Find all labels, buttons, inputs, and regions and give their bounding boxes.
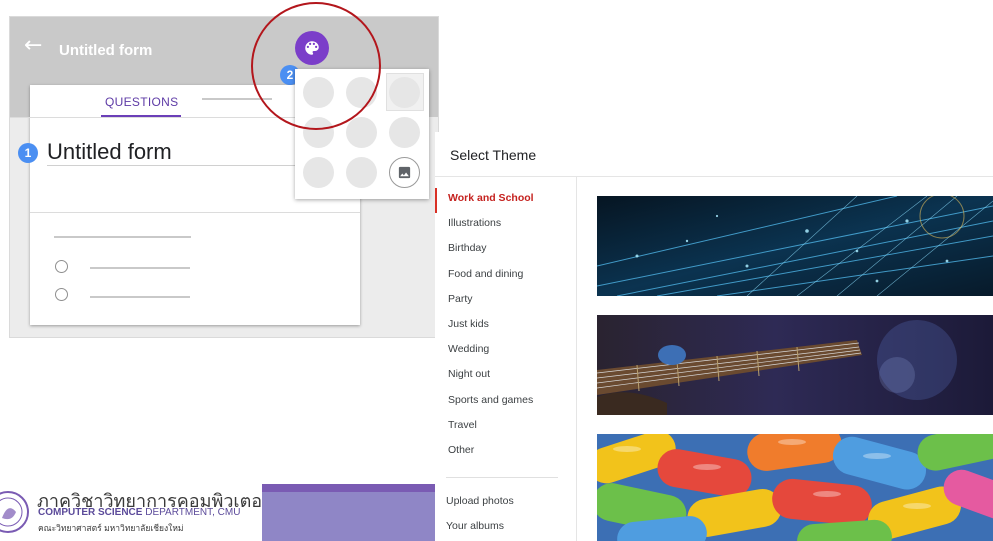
banner-color-bar-top [262, 484, 435, 492]
your-albums-link[interactable]: Your albums [446, 520, 504, 532]
tab-questions[interactable]: QUESTIONS [105, 95, 178, 109]
arrow-left-icon[interactable]: ← [24, 35, 42, 57]
category-night-out[interactable]: Night out [435, 364, 576, 389]
category-just-kids[interactable]: Just kids [435, 314, 576, 339]
dialog-header-divider [435, 176, 993, 177]
question-card-separator [30, 212, 360, 213]
category-wedding[interactable]: Wedding [435, 339, 576, 364]
color-swatch[interactable] [303, 77, 334, 108]
sidebar-divider [576, 176, 577, 541]
department-english-name: COMPUTER SCIENCE DEPARTMENT, CMU [38, 507, 240, 518]
form-title-input[interactable]: Untitled form [47, 139, 172, 165]
palette-icon[interactable] [295, 31, 329, 65]
image-icon[interactable] [389, 157, 420, 188]
step-badge-1: 1 [18, 143, 38, 163]
theme-image-network[interactable] [597, 196, 993, 296]
category-other[interactable]: Other [435, 440, 576, 465]
form-header-title: Untitled form [59, 42, 153, 59]
color-swatch[interactable] [303, 157, 334, 188]
color-swatch[interactable] [346, 77, 377, 108]
faculty-name: คณะวิทยาศาสตร์ มหาวิทยาลัยเชียงใหม่ [38, 523, 184, 533]
radio-option-1[interactable] [55, 260, 68, 273]
select-theme-dialog: Select Theme Work and School Illustratio… [435, 132, 993, 541]
category-travel[interactable]: Travel [435, 415, 576, 440]
color-swatch[interactable] [389, 77, 420, 108]
category-birthday[interactable]: Birthday [435, 238, 576, 263]
category-sports-and-games[interactable]: Sports and games [435, 390, 576, 415]
tab-responses-placeholder[interactable] [202, 98, 272, 100]
theme-color-popup [295, 69, 429, 199]
forms-editor-panel: ← Untitled form 2 QUESTIONS 1 Untitled f… [9, 16, 439, 338]
university-seal-logo [0, 488, 30, 538]
department-en-bold: COMPUTER SCIENCE [38, 507, 143, 518]
department-en-rest: DEPARTMENT, CMU [142, 507, 241, 518]
dialog-title: Select Theme [450, 147, 537, 163]
department-banner: ภาควิชาวิทยาการคอมพิวเตอร์ COMPUTER SCIE… [0, 484, 435, 541]
upload-photos-link[interactable]: Upload photos [446, 495, 514, 507]
category-illustrations[interactable]: Illustrations [435, 213, 576, 238]
color-swatch[interactable] [389, 117, 420, 148]
color-swatch[interactable] [346, 117, 377, 148]
color-swatch[interactable] [346, 157, 377, 188]
category-party[interactable]: Party [435, 289, 576, 314]
option-placeholder-line [90, 267, 190, 269]
form-title-underline [47, 165, 297, 166]
theme-image-candy[interactable] [597, 434, 993, 541]
radio-option-2[interactable] [55, 288, 68, 301]
category-food-and-dining[interactable]: Food and dining [435, 264, 576, 289]
category-work-and-school[interactable]: Work and School [435, 188, 576, 214]
theme-category-list: Work and School Illustrations Birthday F… [435, 188, 576, 465]
color-swatch[interactable] [303, 117, 334, 148]
option-placeholder-line [90, 296, 190, 298]
category-divider [446, 477, 558, 478]
question-placeholder-line [54, 236, 191, 238]
theme-image-guitar[interactable] [597, 315, 993, 415]
banner-color-bar [262, 484, 435, 541]
